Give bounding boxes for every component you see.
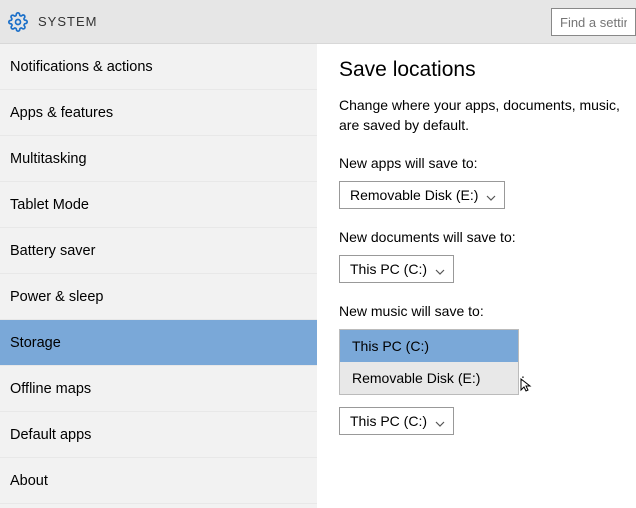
window-title: SYSTEM xyxy=(38,14,628,29)
sidebar-item-label: Power & sleep xyxy=(10,289,104,305)
sidebar-item-label: Battery saver xyxy=(10,243,95,259)
dropdown-option-removable[interactable]: Removable Disk (E:) xyxy=(340,362,518,394)
combo-new-documents[interactable]: This PC (C:) xyxy=(339,255,454,283)
sidebar-item-label: Apps & features xyxy=(10,105,113,121)
sidebar-item-label: Tablet Mode xyxy=(10,197,89,213)
gear-icon xyxy=(8,12,28,32)
content-panel: Save locations Change where your apps, d… xyxy=(317,44,636,508)
window-header: SYSTEM xyxy=(0,0,636,44)
sidebar-item-storage[interactable]: Storage xyxy=(0,320,317,366)
sidebar: Notifications & actions Apps & features … xyxy=(0,44,317,508)
sidebar-item-notifications[interactable]: Notifications & actions xyxy=(0,44,317,90)
sidebar-item-offline-maps[interactable]: Offline maps xyxy=(0,366,317,412)
combo-value: This PC (C:) xyxy=(350,261,427,277)
combo-value: This PC (C:) xyxy=(350,413,427,429)
cursor-icon xyxy=(519,377,535,393)
setting-new-apps: New apps will save to: Removable Disk (E… xyxy=(339,155,636,209)
page-title: Save locations xyxy=(339,58,636,82)
sidebar-item-apps[interactable]: Apps & features xyxy=(0,90,317,136)
setting-new-music: New music will save to: This PC (C:) Rem… xyxy=(339,303,636,395)
sidebar-item-label: Storage xyxy=(10,335,61,351)
sidebar-item-label: Notifications & actions xyxy=(10,59,153,75)
chevron-down-icon xyxy=(435,264,445,274)
sidebar-item-multitasking[interactable]: Multitasking xyxy=(0,136,317,182)
chevron-down-icon xyxy=(486,190,496,200)
sidebar-item-about[interactable]: About xyxy=(0,458,317,504)
chevron-down-icon xyxy=(435,416,445,426)
sidebar-item-label: About xyxy=(10,473,48,489)
sidebar-item-label: Default apps xyxy=(10,427,91,443)
dropdown-option-this-pc[interactable]: This PC (C:) xyxy=(340,330,518,362)
search-input[interactable] xyxy=(551,8,636,36)
dropdown-new-music: This PC (C:) Removable Disk (E:) : xyxy=(339,329,519,395)
sidebar-item-label: Multitasking xyxy=(10,151,87,167)
setting-extra: This PC (C:) xyxy=(339,407,636,435)
sidebar-item-battery[interactable]: Battery saver xyxy=(0,228,317,274)
dropdown-option-label: This PC (C:) xyxy=(352,338,429,354)
sidebar-item-label: Offline maps xyxy=(10,381,91,397)
trailing-colon-text: : xyxy=(521,371,525,387)
dropdown-option-label: Removable Disk (E:) xyxy=(352,370,480,386)
setting-label: New documents will save to: xyxy=(339,229,636,245)
sidebar-item-default-apps[interactable]: Default apps xyxy=(0,412,317,458)
setting-new-documents: New documents will save to: This PC (C:) xyxy=(339,229,636,283)
page-description: Change where your apps, documents, music… xyxy=(339,96,636,135)
combo-value: Removable Disk (E:) xyxy=(350,187,478,203)
combo-extra[interactable]: This PC (C:) xyxy=(339,407,454,435)
setting-label: New music will save to: xyxy=(339,303,636,319)
sidebar-item-power[interactable]: Power & sleep xyxy=(0,274,317,320)
setting-label: New apps will save to: xyxy=(339,155,636,171)
sidebar-item-tablet[interactable]: Tablet Mode xyxy=(0,182,317,228)
combo-new-apps[interactable]: Removable Disk (E:) xyxy=(339,181,505,209)
dropdown-list: This PC (C:) Removable Disk (E:) xyxy=(339,329,519,395)
